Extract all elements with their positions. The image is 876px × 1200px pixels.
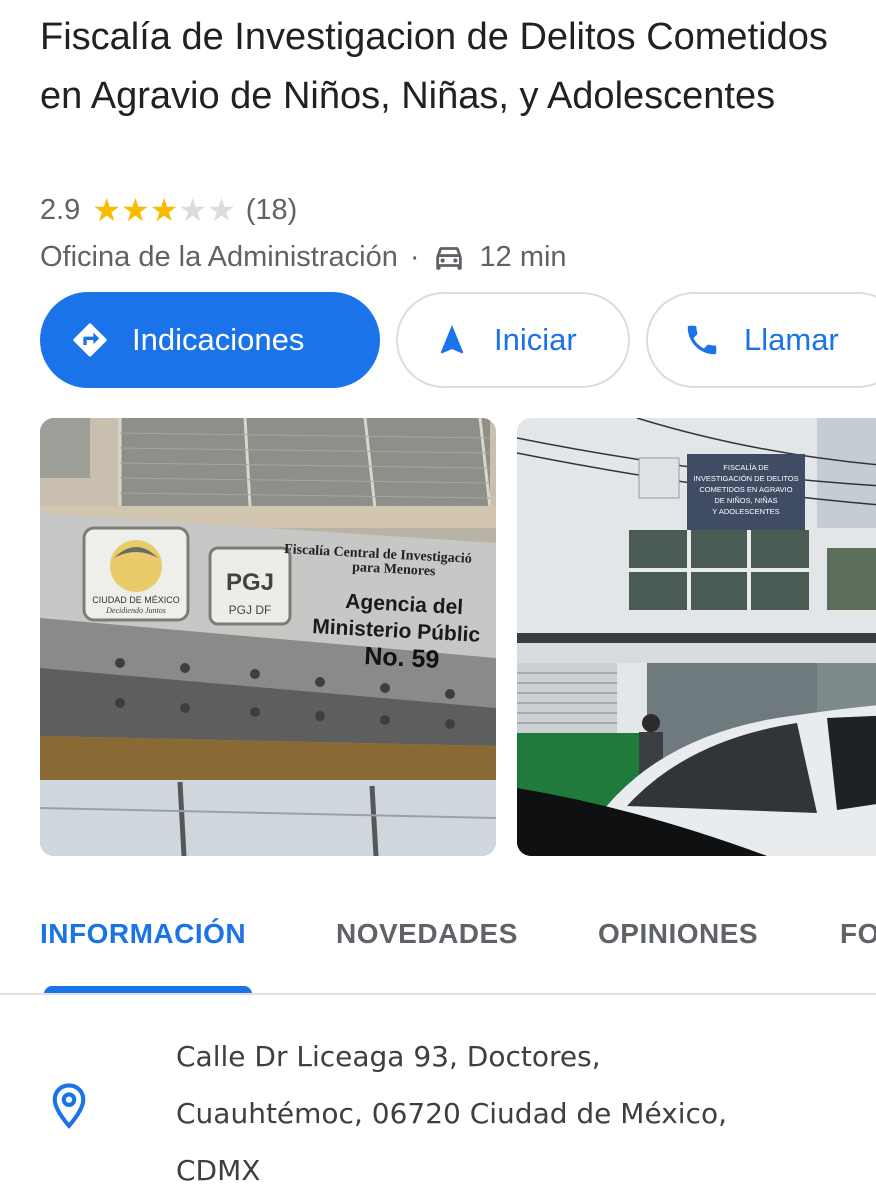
place-title: Fiscalía de Investigacion de Delitos Com… <box>40 16 828 117</box>
phone-icon <box>682 320 722 360</box>
logo-cdmx-text: CIUDAD DE MÉXICO <box>92 595 180 605</box>
facade-sign-line2: INVESTIGACIÓN DE DELITOS <box>693 474 798 483</box>
directions-icon <box>70 320 110 360</box>
directions-label: Indicaciones <box>132 322 305 357</box>
place-category: Oficina de la Administración <box>40 240 398 273</box>
directions-button[interactable]: Indicaciones <box>40 292 380 388</box>
tab-bar: INFORMACIÓN NOVEDADES OPINIONES FO <box>0 900 876 994</box>
address-text: Calle Dr Liceaga 93, Doctores, Cuauhtémo… <box>176 1028 836 1199</box>
rating-row[interactable]: 2.9 ★ ★ ★ ★ ★ (18) <box>40 190 297 230</box>
star-icon-3: ★ <box>149 192 179 228</box>
location-pin-icon <box>50 1082 88 1130</box>
logo-pgj-subtext: PGJ DF <box>229 603 272 617</box>
address-line-1: Calle Dr Liceaga 93, Doctores, <box>176 1040 601 1073</box>
facade-sign-line4: DE NIÑOS, NIÑAS <box>714 496 777 505</box>
reviews-count: (18) <box>245 193 298 226</box>
facade-sign-line5: Y ADOLESCENTES <box>712 507 779 516</box>
address-row[interactable]: Calle Dr Liceaga 93, Doctores, Cuauhtémo… <box>0 1024 876 1200</box>
logo-cdmx-subtext: Decidiendo Juntos <box>105 606 166 615</box>
photo-carousel[interactable]: CIUDAD DE MÉXICO Decidiendo Juntos PGJ P… <box>40 418 876 858</box>
rating-value: 2.9 <box>40 193 81 226</box>
tab-fotos[interactable]: FO <box>840 918 876 950</box>
separator-dot: · <box>409 240 420 273</box>
travel-time: 12 min <box>479 240 567 273</box>
navigation-arrow-icon <box>432 320 472 360</box>
star-icon-1: ★ <box>92 192 122 228</box>
tab-novedades[interactable]: NOVEDADES <box>336 918 518 950</box>
facade-sign-line1: FISCALÍA DE <box>723 463 768 472</box>
rating-stars: ★ ★ ★ ★ ★ <box>92 194 235 226</box>
photo-building-sign[interactable]: CIUDAD DE MÉXICO Decidiendo Juntos PGJ P… <box>40 418 496 856</box>
star-icon-5: ★ <box>207 192 236 228</box>
category-row: Oficina de la Administración · 12 min <box>40 236 567 278</box>
call-button[interactable]: Llamar <box>646 292 876 388</box>
facade-sign-line3: COMETIDOS EN AGRAVIO <box>699 485 792 494</box>
star-icon-4: ★ <box>178 192 208 228</box>
tab-informacion[interactable]: INFORMACIÓN <box>40 918 246 950</box>
tab-opiniones[interactable]: OPINIONES <box>598 918 758 950</box>
start-label: Iniciar <box>494 322 577 357</box>
address-line-3: CDMX <box>176 1154 261 1187</box>
star-icon-2: ★ <box>121 192 150 228</box>
photo-building-facade[interactable]: FISCALÍA DE INVESTIGACIÓN DE DELITOS COM… <box>517 418 876 856</box>
car-icon <box>432 240 466 274</box>
start-navigation-button[interactable]: Iniciar <box>396 292 630 388</box>
tabs-divider <box>0 993 876 995</box>
logo-pgj-text: PGJ <box>226 569 274 596</box>
sign-line3: No. 59 <box>364 642 440 674</box>
call-label: Llamar <box>744 322 839 357</box>
action-buttons: Indicaciones Iniciar Llamar <box>40 292 876 388</box>
address-line-2: Cuauhtémoc, 06720 Ciudad de México, <box>176 1097 727 1130</box>
